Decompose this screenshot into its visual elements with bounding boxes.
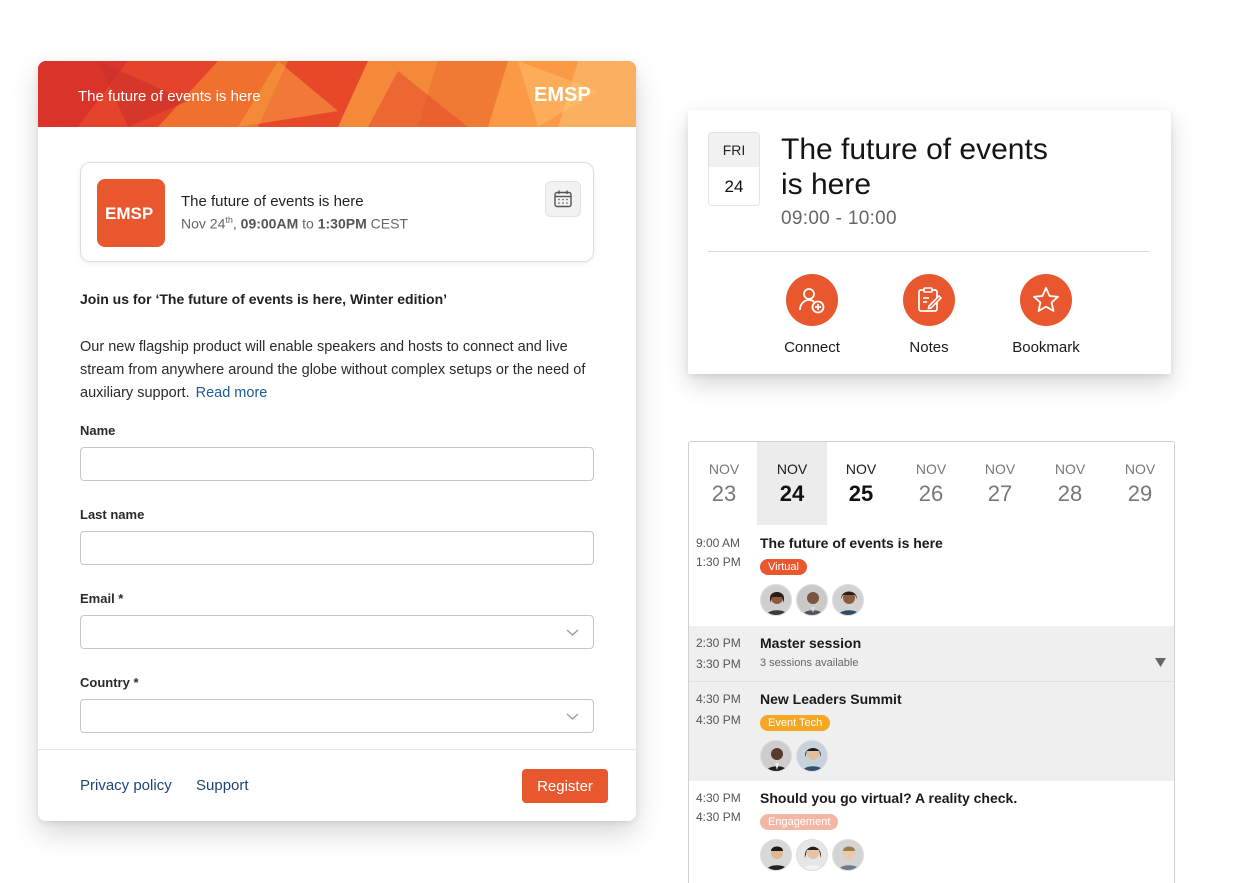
- avatar[interactable]: [796, 839, 828, 871]
- add-person-icon: [799, 288, 825, 314]
- session-item[interactable]: 2:30 PM 3:30 PM Master session 3 session…: [689, 626, 1174, 681]
- last-name-input[interactable]: [80, 531, 594, 565]
- day-tab-nov-26[interactable]: NOV 26: [896, 442, 966, 525]
- tag-badge: Engagement: [760, 814, 839, 830]
- tag-badge: Event Tech: [760, 715, 831, 731]
- caret-down-icon[interactable]: [1155, 658, 1166, 667]
- day-tab-nov-28[interactable]: NOV 28: [1035, 442, 1105, 525]
- last-name-label: Last name: [80, 507, 145, 522]
- session-start: 4:30 PM: [696, 791, 741, 805]
- read-more-link[interactable]: Read more: [196, 385, 268, 401]
- add-to-calendar-button[interactable]: [545, 181, 581, 217]
- notes-action[interactable]: Notes: [874, 274, 984, 356]
- speaker-avatars: [760, 740, 828, 772]
- event-time: Nov 24th, 09:00AM to 1:30PM CEST: [181, 215, 408, 232]
- session-start: 2:30 PM: [696, 636, 741, 650]
- connect-button[interactable]: [786, 274, 838, 326]
- connect-label: Connect: [784, 339, 840, 356]
- avatar[interactable]: [796, 740, 828, 772]
- avatar[interactable]: [796, 584, 828, 616]
- connect-action[interactable]: Connect: [757, 274, 867, 356]
- banner-title: The future of events is here: [78, 88, 261, 105]
- notes-button[interactable]: [903, 274, 955, 326]
- session-start: 4:30 PM: [696, 692, 741, 706]
- name-label: Name: [80, 423, 116, 438]
- avatar[interactable]: [760, 740, 792, 772]
- svg-text:EMSP: EMSP: [534, 84, 591, 105]
- notes-label: Notes: [909, 339, 949, 356]
- registration-card: The future of events is here EMSP EMSP T…: [38, 61, 636, 821]
- divider: [708, 251, 1150, 252]
- event-title: The future of events is here: [181, 193, 364, 210]
- session-title: Should you go virtual? A reality check.: [760, 790, 1018, 806]
- bookmark-button[interactable]: [1020, 274, 1072, 326]
- speaker-avatars: [760, 584, 864, 616]
- agenda-card: NOV 23 NOV 24 NOV 25 NOV 26 NOV 27 NOV 2…: [688, 441, 1175, 883]
- event-summary-box: EMSP The future of events is here Nov 24…: [80, 162, 594, 262]
- register-button[interactable]: Register: [522, 769, 608, 803]
- day-tab-nov-24[interactable]: NOV 24: [757, 442, 827, 525]
- day-of-month: 24: [724, 177, 744, 196]
- avatar[interactable]: [832, 584, 864, 616]
- registration-footer: Privacy policy Support Register: [38, 749, 636, 821]
- avatar[interactable]: [760, 584, 792, 616]
- tag-badge: Virtual: [760, 559, 807, 575]
- join-heading: Join us for ‘The future of events is her…: [80, 291, 448, 307]
- session-title: The future of events is here: [760, 535, 943, 551]
- session-item[interactable]: 9:00 AM 1:30 PM The future of events is …: [689, 526, 1174, 626]
- calendar-icon: [554, 190, 572, 208]
- registration-banner: The future of events is here EMSP: [38, 61, 636, 127]
- star-icon: [1033, 287, 1059, 312]
- session-title: Master session: [760, 635, 862, 651]
- avatar[interactable]: [760, 839, 792, 871]
- chevron-down-icon: [566, 713, 579, 720]
- avatar[interactable]: [832, 839, 864, 871]
- detail-title: The future of events is here: [781, 133, 1048, 201]
- day-tab-nov-23[interactable]: NOV 23: [689, 442, 759, 525]
- email-label: Email *: [80, 591, 124, 606]
- day-tab-nov-27[interactable]: NOV 27: [965, 442, 1035, 525]
- svg-text:EMSP: EMSP: [105, 204, 153, 223]
- session-start: 9:00 AM: [696, 536, 741, 550]
- privacy-policy-link[interactable]: Privacy policy: [80, 777, 172, 794]
- bookmark-label: Bookmark: [1012, 339, 1080, 356]
- session-item[interactable]: 4:30 PM 4:30 PM Should you go virtual? A…: [689, 781, 1174, 883]
- event-detail-card: FRI 24 The future of events is here 09:0…: [688, 110, 1171, 374]
- emsp-logo: EMSP: [534, 84, 591, 105]
- session-end: 4:30 PM: [696, 810, 741, 824]
- session-end: 4:30 PM: [696, 713, 741, 727]
- event-description: Our new flagship product will enable spe…: [80, 339, 586, 401]
- event-logo: EMSP: [97, 179, 165, 247]
- detail-time: 09:00 - 10:00: [781, 208, 897, 229]
- session-item[interactable]: 4:30 PM 4:30 PM New Leaders Summit Event…: [689, 681, 1174, 781]
- speaker-avatars: [760, 839, 864, 871]
- bookmark-action[interactable]: Bookmark: [991, 274, 1101, 356]
- session-end: 1:30 PM: [696, 555, 741, 569]
- day-of-week: FRI: [709, 133, 759, 167]
- country-select[interactable]: [80, 699, 594, 733]
- day-tab-nov-29[interactable]: NOV 29: [1105, 442, 1174, 525]
- chevron-down-icon: [566, 629, 579, 636]
- session-title: New Leaders Summit: [760, 691, 902, 707]
- date-chip: FRI 24: [708, 132, 760, 206]
- name-input[interactable]: [80, 447, 594, 481]
- session-end: 3:30 PM: [696, 657, 741, 671]
- support-link[interactable]: Support: [196, 777, 249, 794]
- emsp-logo-mark: EMSP: [105, 204, 153, 223]
- notes-icon: [918, 287, 943, 312]
- day-tab-nov-25[interactable]: NOV 25: [826, 442, 896, 525]
- email-select[interactable]: [80, 615, 594, 649]
- session-subtitle: 3 sessions available: [760, 657, 859, 669]
- country-label: Country *: [80, 675, 139, 690]
